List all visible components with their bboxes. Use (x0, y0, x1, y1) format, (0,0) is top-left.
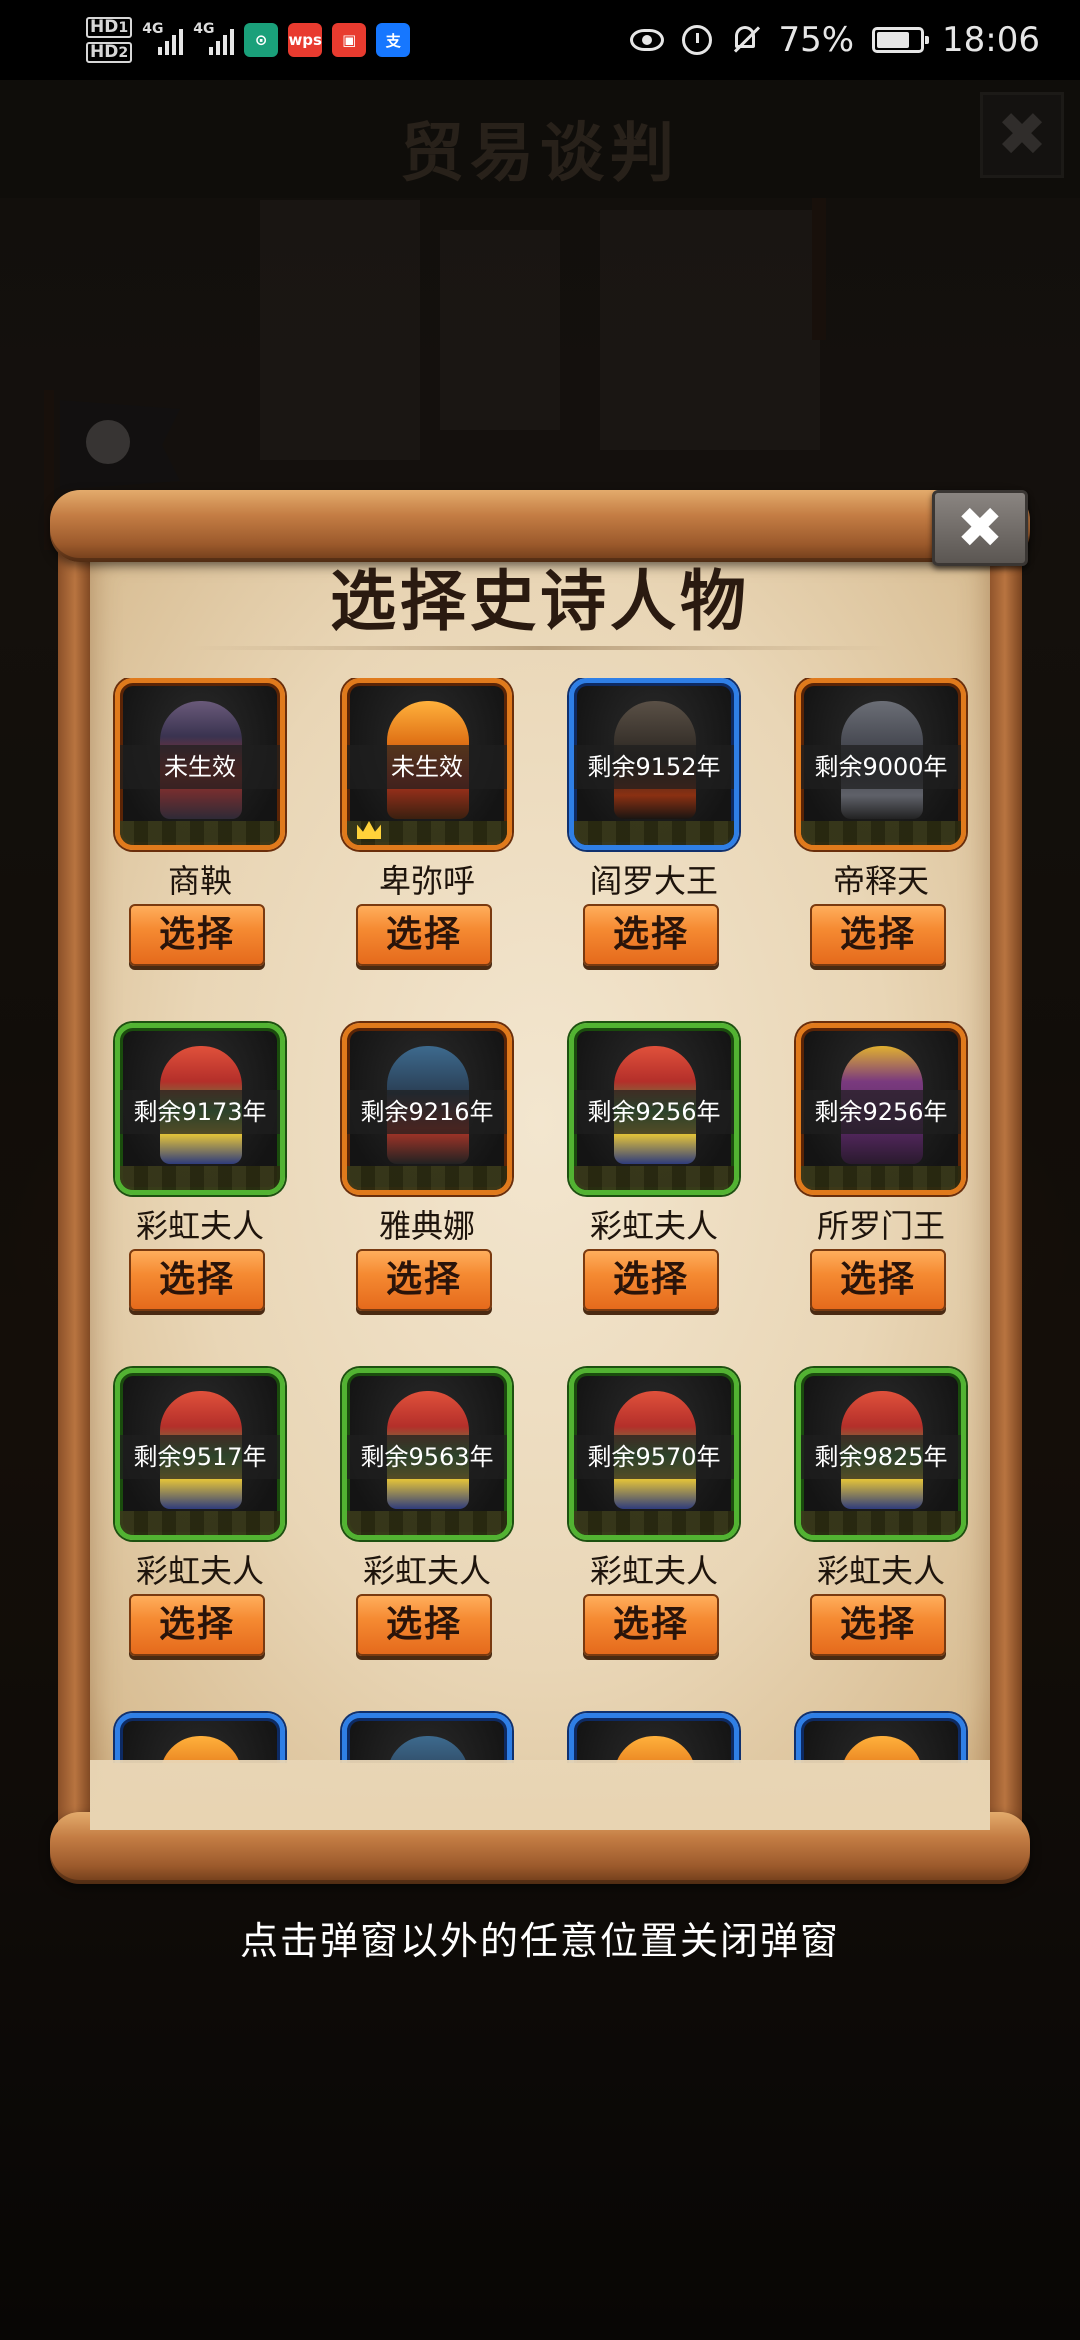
select-button[interactable]: 选择 (810, 904, 946, 966)
battery-fill (877, 32, 909, 48)
grass-decoration (120, 1166, 280, 1190)
status-bar: HD1 HD2 4G 4G ⊙ wps ▣ 支 75% 18:06 (0, 0, 1080, 80)
character-name: 卑弥呼 (378, 862, 475, 900)
select-button[interactable]: 选择 (356, 1594, 492, 1656)
grass-decoration (574, 1166, 734, 1190)
hd-indicators: HD1 HD2 (86, 17, 133, 63)
character-grid[interactable]: 未生效商鞅选择 未生效卑弥呼选择 剩余9152年阎罗大王选择 剩余9000年帝释天选择… (110, 678, 990, 1763)
remaining-time-badge: 剩余9152年 (574, 745, 734, 789)
grass-decoration (347, 1166, 507, 1190)
character-name: 所罗门王 (816, 1207, 945, 1245)
select-button[interactable]: 选择 (356, 904, 492, 966)
remaining-time-badge: 剩余9517年 (120, 1435, 280, 1479)
wps-icon: wps (288, 23, 323, 57)
grass-decoration (801, 821, 961, 845)
remaining-time-badge: 剩余9825年 (801, 1435, 961, 1479)
character-name: 彩虹夫人 (135, 1207, 264, 1245)
battery-icon (872, 27, 930, 53)
grass-decoration (801, 1511, 961, 1535)
remaining-time-badge: 剩余9216年 (347, 1090, 507, 1134)
status-right: 75% 18:06 (630, 0, 1040, 80)
remaining-time-badge: 未生效 (120, 745, 280, 789)
character-portrait[interactable]: 剩余9563年 (342, 1368, 512, 1540)
alipay-icon: 支 (376, 23, 411, 57)
character-figure (160, 1736, 242, 1763)
character-portrait[interactable]: 剩余9256年 (569, 1023, 739, 1195)
grass-decoration (120, 1511, 280, 1535)
battery-percent: 75% (778, 20, 855, 60)
character-figure (841, 1736, 923, 1763)
dialog-title: 选择史诗人物 (330, 563, 750, 640)
remaining-time-badge: 剩余9173年 (120, 1090, 280, 1134)
status-left: HD1 HD2 4G 4G ⊙ wps ▣ 支 (86, 12, 411, 68)
character-portrait[interactable] (569, 1713, 739, 1763)
character-portrait[interactable] (342, 1713, 512, 1763)
character-figure (387, 1736, 469, 1763)
news-icon: ▣ (332, 23, 367, 57)
character-figure (614, 1736, 696, 1763)
grass-decoration (574, 1511, 734, 1535)
network-type-2: 4G (193, 21, 215, 37)
signal-2-icon: 4G (193, 21, 235, 55)
alarm-icon (682, 25, 713, 55)
remaining-time-badge: 剩余9570年 (574, 1435, 734, 1479)
select-button[interactable]: 选择 (583, 904, 719, 966)
select-button[interactable]: 选择 (129, 1249, 265, 1311)
character-portrait[interactable]: 剩余9152年 (569, 678, 739, 850)
grid-fade (90, 1760, 990, 1830)
select-button[interactable]: 选择 (810, 1594, 946, 1656)
remaining-time-badge: 剩余9563年 (347, 1435, 507, 1479)
character-portrait[interactable]: 未生效 (342, 678, 512, 850)
character-portrait[interactable]: 剩余9570年 (569, 1368, 739, 1540)
network-type-1: 4G (142, 21, 164, 37)
title-divider (190, 646, 890, 650)
character-portrait[interactable]: 剩余9000年 (796, 678, 966, 850)
mi-icon: ⊙ (244, 23, 279, 57)
select-button[interactable]: 选择 (583, 1594, 719, 1656)
mute-bell-icon (730, 24, 760, 56)
select-button[interactable]: 选择 (129, 1594, 265, 1656)
scroll-left-edge (58, 530, 92, 1830)
close-hint: 点击弹窗以外的任意位置关闭弹窗 (239, 1919, 840, 1963)
clock: 18:06 (942, 20, 1040, 60)
select-button[interactable]: 选择 (356, 1249, 492, 1311)
remaining-time-badge: 剩余9000年 (801, 745, 961, 789)
grass-decoration (120, 821, 280, 845)
signal-1-icon: 4G (142, 21, 184, 55)
character-name: 彩虹夫人 (135, 1552, 264, 1590)
grass-decoration (347, 1511, 507, 1535)
character-name: 帝释天 (832, 862, 929, 900)
character-name: 彩虹夫人 (816, 1552, 945, 1590)
select-button[interactable]: 选择 (810, 1249, 946, 1311)
character-portrait[interactable] (796, 1713, 966, 1763)
grass-decoration (801, 1166, 961, 1190)
scroll-right-edge (988, 530, 1022, 1830)
select-button[interactable]: 选择 (583, 1249, 719, 1311)
character-name: 商鞅 (167, 862, 232, 900)
remaining-time-badge: 未生效 (347, 745, 507, 789)
character-portrait[interactable]: 剩余9256年 (796, 1023, 966, 1195)
remaining-time-badge: 剩余9256年 (574, 1090, 734, 1134)
character-portrait[interactable]: 剩余9173年 (115, 1023, 285, 1195)
character-portrait[interactable]: 剩余9216年 (342, 1023, 512, 1195)
select-button[interactable]: 选择 (129, 904, 265, 966)
remaining-time-badge: 剩余9256年 (801, 1090, 961, 1134)
character-name: 彩虹夫人 (589, 1207, 718, 1245)
eye-icon (630, 29, 665, 51)
character-name: 阎罗大王 (589, 862, 718, 900)
character-portrait[interactable]: 剩余9517年 (115, 1368, 285, 1540)
grass-decoration (574, 821, 734, 845)
character-name: 雅典娜 (378, 1207, 475, 1245)
character-portrait[interactable]: 未生效 (115, 678, 285, 850)
character-portrait[interactable] (115, 1713, 285, 1763)
hd2-badge: HD2 (86, 42, 133, 63)
hd1-badge: HD1 (86, 17, 133, 38)
character-name: 彩虹夫人 (362, 1552, 491, 1590)
character-name: 彩虹夫人 (589, 1552, 718, 1590)
character-portrait[interactable]: 剩余9825年 (796, 1368, 966, 1540)
